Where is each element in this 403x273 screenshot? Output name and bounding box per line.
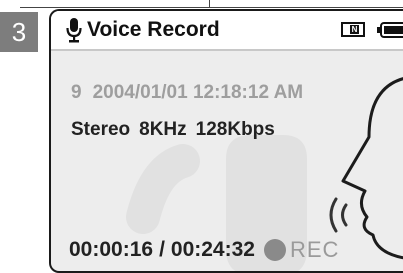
mode-icon-letter: N xyxy=(350,25,359,34)
total-time: 00:24:32 xyxy=(170,238,255,261)
microphone-icon xyxy=(66,18,82,43)
recording-timer: 00:00:16 / 00:24:32 REC xyxy=(69,237,339,263)
elapsed-time: 00:00:16 xyxy=(69,238,154,261)
track-number: 9 xyxy=(71,82,82,103)
bitrate: 128Kbps xyxy=(195,119,275,140)
recording-quality: Stereo 8KHz 128Kbps xyxy=(71,119,284,141)
channel-mode: Stereo xyxy=(71,119,131,140)
device-screen: Voice Record N 9 2004/01/01 12:18:12 AM S… xyxy=(49,9,403,273)
record-indicator-icon xyxy=(263,239,286,261)
page-top-tick xyxy=(209,0,210,8)
screen-titlebar: Voice Record N xyxy=(51,11,403,51)
time-separator: / xyxy=(159,238,165,261)
recording-date: 2004/01/01 xyxy=(92,82,188,103)
screen-title: Voice Record xyxy=(87,18,220,41)
battery-icon xyxy=(377,22,403,38)
sample-rate: 8KHz xyxy=(139,119,187,140)
step-number-badge: 3 xyxy=(0,12,38,52)
page-top-rule xyxy=(20,7,403,8)
recording-timestamp: 9 2004/01/01 12:18:12 AM xyxy=(71,82,303,104)
recording-time: 12:18:12 AM xyxy=(192,82,304,103)
internal-memory-icon: N xyxy=(341,22,365,37)
record-status-label: REC xyxy=(289,237,340,262)
